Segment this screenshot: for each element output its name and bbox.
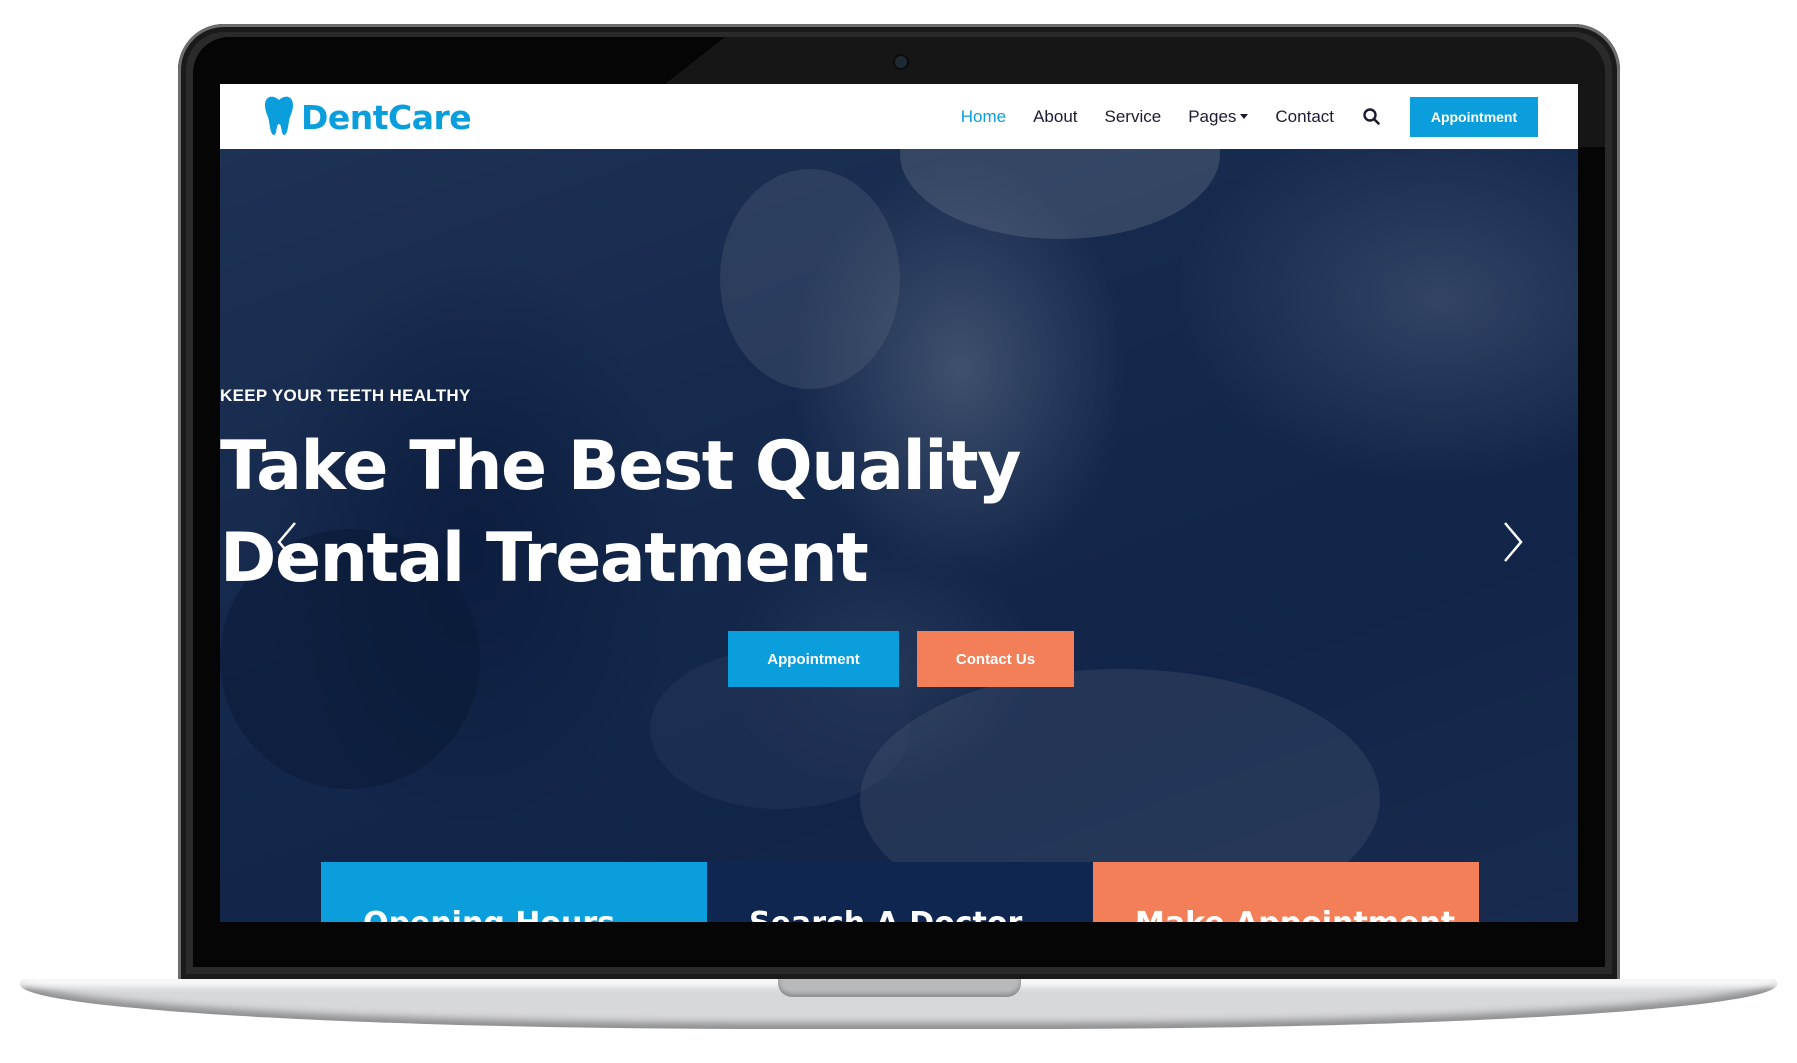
browser-screen: KEEP YOUR TEETH HEALTHY Take The Best Qu… [220, 84, 1578, 926]
nav-menu: Home About Service Pages Contact Appoint… [961, 84, 1578, 149]
nav-item-contact[interactable]: Contact [1275, 107, 1334, 127]
brand-name: DentCare [301, 98, 472, 137]
bezel-bottom-edge [220, 922, 1578, 930]
nav-item-pages-label: Pages [1188, 106, 1237, 126]
nav-item-service[interactable]: Service [1105, 107, 1162, 127]
feature-card-make-appointment: Make Appointment [1093, 862, 1479, 926]
hero-kicker: KEEP YOUR TEETH HEALTHY [220, 386, 471, 405]
nav-item-about[interactable]: About [1033, 107, 1077, 127]
brand-logo[interactable]: DentCare [263, 94, 472, 141]
navbar: DentCare Home About Service Pages Contac… [220, 84, 1578, 149]
caret-down-icon [1240, 113, 1249, 119]
chevron-right-icon[interactable] [1497, 517, 1527, 567]
hero-title-line: Dental Treatment [220, 519, 869, 598]
hero-contact-button[interactable]: Contact Us [917, 631, 1074, 687]
nav-appointment-button[interactable]: Appointment [1410, 96, 1538, 137]
search-icon[interactable] [1361, 106, 1383, 128]
feature-card-search-doctor: Search A Doctor [707, 862, 1093, 926]
hero-title: Take The Best Quality Dental Treatment [220, 421, 1578, 605]
hero-carousel: KEEP YOUR TEETH HEALTHY Take The Best Qu… [220, 149, 1578, 926]
webcam-icon [895, 56, 907, 68]
tooth-icon [263, 94, 295, 141]
laptop-notch [778, 979, 1021, 997]
chevron-left-icon[interactable] [273, 517, 303, 567]
hero-title-line: Take The Best Quality [220, 427, 1021, 506]
nav-item-home[interactable]: Home [961, 107, 1006, 127]
nav-item-pages[interactable]: Pages [1188, 106, 1249, 127]
hero-appointment-button[interactable]: Appointment [728, 631, 899, 687]
feature-card-opening-hours: Opening Hours [321, 862, 707, 926]
